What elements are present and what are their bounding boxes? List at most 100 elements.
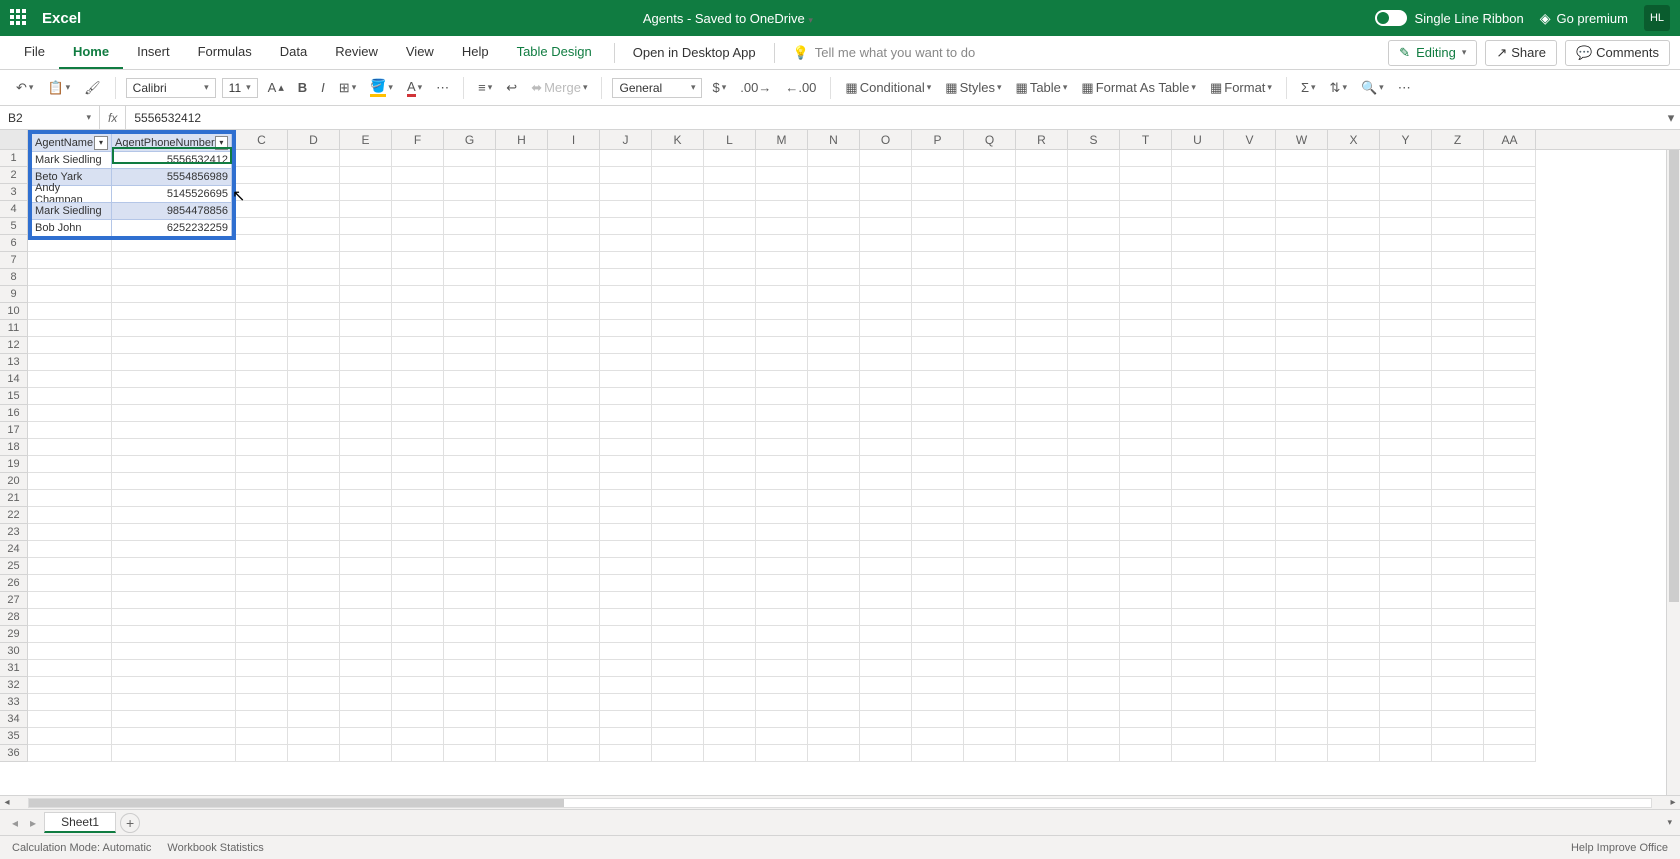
cell[interactable] xyxy=(1432,728,1484,745)
increase-decimal-button[interactable]: .00→ xyxy=(736,78,775,97)
cell[interactable] xyxy=(288,371,340,388)
cell[interactable] xyxy=(236,507,288,524)
cell[interactable] xyxy=(1172,422,1224,439)
row-header[interactable]: 20 xyxy=(0,473,28,490)
cell[interactable] xyxy=(548,150,600,167)
cell[interactable] xyxy=(964,201,1016,218)
cell[interactable] xyxy=(392,337,444,354)
cell[interactable] xyxy=(236,456,288,473)
cell[interactable] xyxy=(1224,320,1276,337)
cell[interactable] xyxy=(28,439,112,456)
help-improve-label[interactable]: Help Improve Office xyxy=(1571,842,1668,854)
cell[interactable] xyxy=(860,643,912,660)
cell[interactable] xyxy=(1380,439,1432,456)
cell[interactable] xyxy=(1120,218,1172,235)
cell[interactable] xyxy=(1120,626,1172,643)
cell[interactable] xyxy=(444,745,496,762)
cell[interactable] xyxy=(28,643,112,660)
cell[interactable] xyxy=(912,354,964,371)
cell[interactable] xyxy=(600,524,652,541)
cell[interactable] xyxy=(236,694,288,711)
cell[interactable] xyxy=(1276,592,1328,609)
cell[interactable] xyxy=(756,184,808,201)
cell[interactable] xyxy=(1016,677,1068,694)
cell[interactable] xyxy=(1120,609,1172,626)
cell[interactable] xyxy=(964,524,1016,541)
cell[interactable] xyxy=(288,167,340,184)
cell[interactable] xyxy=(912,660,964,677)
cell[interactable] xyxy=(1276,524,1328,541)
column-header[interactable]: H xyxy=(496,130,548,149)
cell[interactable] xyxy=(1172,456,1224,473)
cell[interactable] xyxy=(808,201,860,218)
cell[interactable] xyxy=(652,609,704,626)
sheet-tab[interactable]: Sheet1 xyxy=(44,812,116,833)
cell[interactable] xyxy=(1016,541,1068,558)
cell[interactable] xyxy=(444,626,496,643)
cell[interactable] xyxy=(1328,320,1380,337)
cell[interactable] xyxy=(1380,252,1432,269)
cell[interactable] xyxy=(860,405,912,422)
cell[interactable] xyxy=(1328,184,1380,201)
cell[interactable] xyxy=(1276,422,1328,439)
cell[interactable] xyxy=(1276,388,1328,405)
cell[interactable] xyxy=(548,184,600,201)
cell[interactable] xyxy=(964,439,1016,456)
sort-filter-button[interactable]: ⇅▾ xyxy=(1326,78,1351,98)
single-line-ribbon-toggle[interactable]: Single Line Ribbon xyxy=(1375,10,1524,26)
cell[interactable] xyxy=(756,660,808,677)
cell[interactable] xyxy=(112,456,236,473)
cell[interactable] xyxy=(1432,711,1484,728)
cell[interactable] xyxy=(1380,643,1432,660)
cell[interactable] xyxy=(1484,405,1536,422)
cell[interactable] xyxy=(1224,694,1276,711)
cell[interactable] xyxy=(236,524,288,541)
cell[interactable] xyxy=(392,626,444,643)
cell[interactable] xyxy=(548,660,600,677)
cell[interactable] xyxy=(236,473,288,490)
cell[interactable] xyxy=(1016,490,1068,507)
row-header[interactable]: 22 xyxy=(0,507,28,524)
cell[interactable] xyxy=(1068,592,1120,609)
row-header[interactable]: 9 xyxy=(0,286,28,303)
cell[interactable] xyxy=(912,507,964,524)
cell[interactable] xyxy=(392,575,444,592)
cell[interactable] xyxy=(756,167,808,184)
cell[interactable] xyxy=(1224,337,1276,354)
cell[interactable] xyxy=(496,626,548,643)
cell[interactable] xyxy=(392,694,444,711)
cell[interactable] xyxy=(496,218,548,235)
table-cell-phone[interactable]: 6252232259 xyxy=(112,219,232,236)
cell[interactable] xyxy=(288,218,340,235)
cell[interactable] xyxy=(600,320,652,337)
cell[interactable] xyxy=(1016,337,1068,354)
cell[interactable] xyxy=(1068,507,1120,524)
cell[interactable] xyxy=(1432,269,1484,286)
cell[interactable] xyxy=(1224,439,1276,456)
cell[interactable] xyxy=(808,269,860,286)
cell[interactable] xyxy=(340,677,392,694)
cell[interactable] xyxy=(652,201,704,218)
cell[interactable] xyxy=(1172,507,1224,524)
cell[interactable] xyxy=(236,235,288,252)
vertical-scrollbar[interactable] xyxy=(1666,150,1680,795)
cell[interactable] xyxy=(1068,643,1120,660)
cell[interactable] xyxy=(1224,235,1276,252)
cell[interactable] xyxy=(444,456,496,473)
cell[interactable] xyxy=(1172,524,1224,541)
cell[interactable] xyxy=(236,320,288,337)
cell[interactable] xyxy=(756,711,808,728)
row-header[interactable]: 15 xyxy=(0,388,28,405)
table-header-agentphone[interactable]: AgentPhoneNumber ▾ xyxy=(112,134,232,151)
cell[interactable] xyxy=(28,711,112,728)
cell[interactable] xyxy=(1016,252,1068,269)
cell[interactable] xyxy=(1432,252,1484,269)
cell[interactable] xyxy=(392,150,444,167)
column-header[interactable]: Q xyxy=(964,130,1016,149)
cell[interactable] xyxy=(236,643,288,660)
cell[interactable] xyxy=(1380,660,1432,677)
cell[interactable] xyxy=(1224,728,1276,745)
cell[interactable] xyxy=(288,184,340,201)
column-header[interactable]: F xyxy=(392,130,444,149)
cell[interactable] xyxy=(340,609,392,626)
